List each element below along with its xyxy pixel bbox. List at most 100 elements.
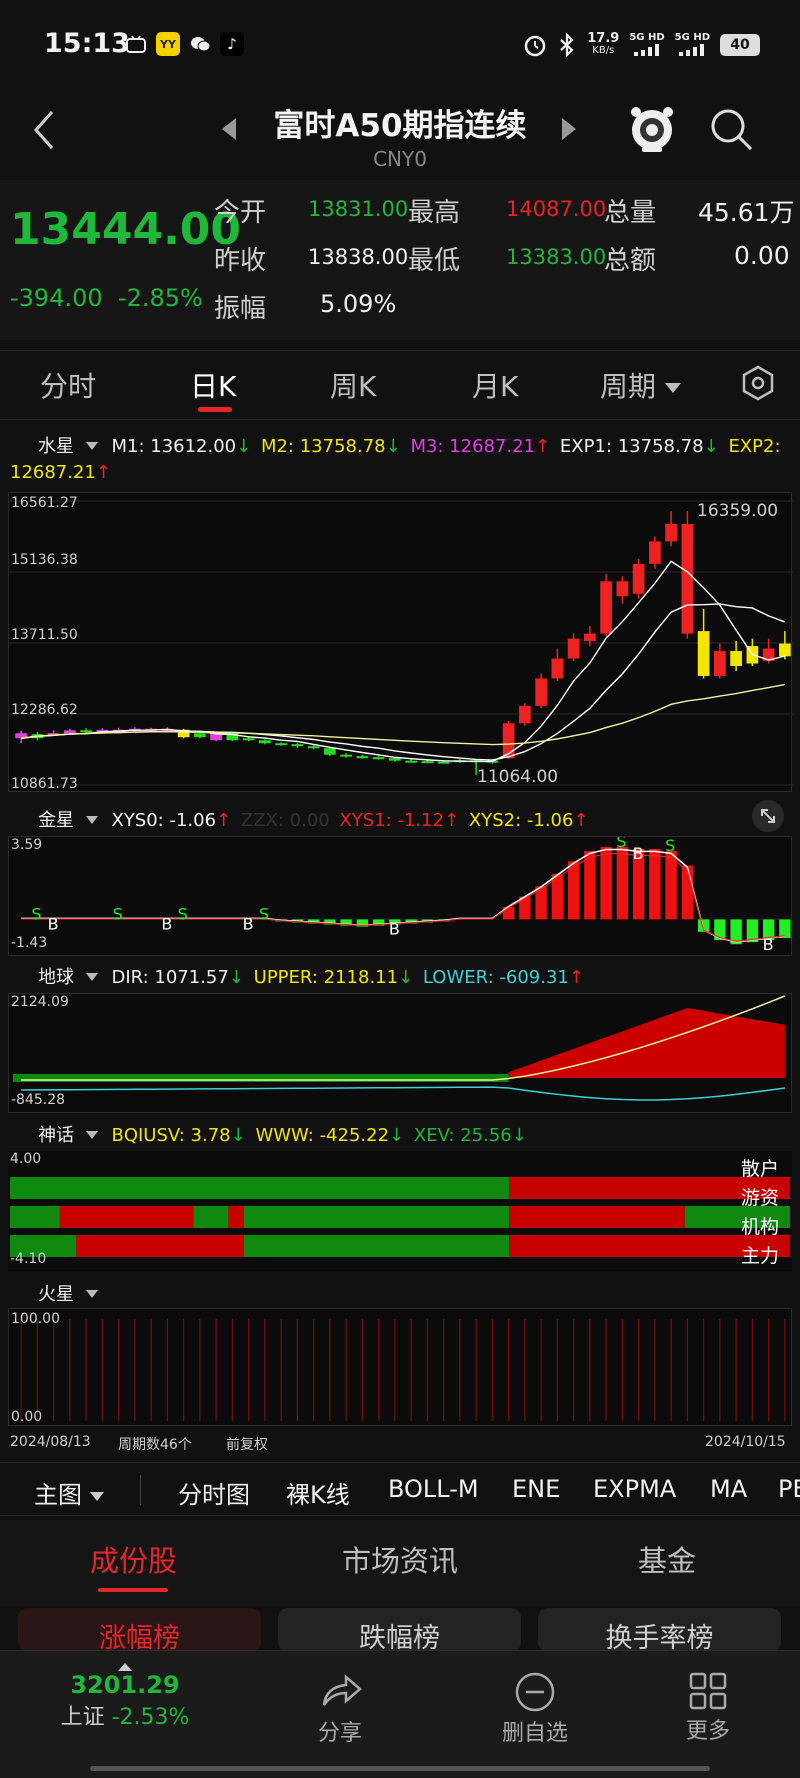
grid-icon	[689, 1672, 727, 1710]
tab-constituents[interactable]: 成份股	[90, 1538, 177, 1580]
y-axis-label: 16561.27	[11, 495, 78, 511]
tab-funds[interactable]: 基金	[638, 1538, 696, 1580]
more-button[interactable]: 更多	[668, 1663, 748, 1745]
candle-body	[389, 758, 401, 761]
tab-period-label: 周期	[600, 370, 657, 403]
y-axis-label: -4.10	[10, 1251, 47, 1267]
toolbar-item-ene[interactable]: ENE	[512, 1475, 560, 1503]
tab-monthly-k[interactable]: 月K	[472, 365, 518, 405]
toolbar-item-bare-k[interactable]: 裸K线	[286, 1475, 350, 1510]
y-axis-label: 13711.50	[11, 627, 78, 643]
rank-gainers-button[interactable]: 涨幅榜	[18, 1608, 261, 1654]
diqiu-chart[interactable]: 2124.09 -845.28	[8, 993, 792, 1113]
main-chart-selector[interactable]: 主图	[34, 1475, 104, 1510]
jinxing-name[interactable]: 金星	[38, 810, 74, 831]
tab-market-news[interactable]: 市场资讯	[342, 1538, 458, 1580]
rank-turnover-button[interactable]: 换手率榜	[538, 1608, 781, 1654]
remove-circle-icon	[515, 1672, 555, 1712]
open-label: 今开	[214, 198, 267, 228]
mascot-icon	[631, 107, 673, 152]
y-axis-label: 3.59	[11, 837, 43, 853]
caret-down-icon	[85, 1290, 98, 1298]
mascot-button[interactable]	[628, 104, 676, 158]
signal-marker: B	[389, 920, 400, 939]
diqiu-name[interactable]: 地球	[38, 967, 74, 988]
notification-icons: YY ♪	[124, 32, 244, 56]
main-indicator-legend-cont: 12687.21↑	[10, 462, 111, 483]
candle-body	[697, 631, 710, 676]
index-ticker[interactable]: 3201.29 上证 -2.53%	[40, 1663, 210, 1731]
row-label: 散户	[741, 1158, 780, 1180]
signal-marker: S	[113, 904, 123, 923]
volume-label: 总量	[604, 198, 657, 228]
toolbar-item-pe[interactable]: PE	[778, 1475, 800, 1503]
rank-losers-button[interactable]: 跌幅榜	[278, 1608, 521, 1654]
chevron-left-icon	[33, 111, 54, 149]
huoxing-chart[interactable]: 100.00 0.00	[8, 1308, 792, 1426]
toolbar-item-intraday[interactable]: 分时图	[178, 1475, 250, 1510]
wechat-icon	[188, 32, 212, 56]
y-axis-label: -845.28	[11, 1092, 66, 1108]
moving-average-line	[21, 683, 786, 746]
caret-down-icon	[85, 973, 98, 981]
adjust-mode[interactable]: 前复权	[226, 1434, 268, 1454]
max-price-label: 16359.00	[697, 501, 779, 521]
dir-area-negative	[13, 1074, 509, 1082]
flow-segment	[10, 1206, 60, 1228]
flow-segment	[10, 1177, 510, 1199]
expand-button[interactable]	[752, 800, 784, 832]
main-indicator-name[interactable]: 水星	[38, 436, 74, 457]
candle-body	[405, 760, 417, 763]
y-axis-label: 15136.38	[11, 552, 78, 568]
diqiu-legend: 地球 DIR: 1071.57↓ UPPER: 2118.11↓ LOWER: …	[38, 967, 584, 988]
remove-watchlist-button[interactable]: 删自选	[480, 1663, 590, 1747]
candle-body	[714, 651, 726, 676]
y-axis-label: 2124.09	[11, 994, 69, 1010]
jinxing-chart[interactable]: SBSBSBSBSBSB 3.59 -1.43	[8, 836, 792, 956]
caret-down-icon	[664, 383, 681, 393]
instrument-code: CNY0	[373, 147, 427, 171]
signal-marker: B	[243, 914, 254, 933]
y-axis-label: 10861.73	[11, 776, 78, 792]
tab-weekly-k[interactable]: 周K	[330, 365, 376, 405]
chart-settings-button[interactable]	[740, 365, 776, 408]
candle-body	[307, 746, 320, 749]
next-instrument-button[interactable]	[562, 118, 576, 146]
dir-area	[508, 1008, 785, 1078]
flow-segment	[244, 1235, 510, 1257]
candle-body	[779, 643, 791, 657]
jinxing-bar	[519, 896, 531, 920]
toolbar-item-expma[interactable]: EXPMA	[593, 1475, 676, 1503]
tab-period[interactable]: 周期	[600, 365, 681, 405]
search-button[interactable]	[708, 106, 756, 158]
share-icon	[322, 1674, 362, 1706]
caret-down-icon	[89, 1491, 104, 1501]
prev-close-value: 13838.00	[308, 245, 409, 269]
caret-down-icon	[85, 442, 98, 450]
low-label: 最低	[408, 246, 461, 276]
quote-panel: 13444.00 -394.00 -2.85% 今开 13831.00 最高 1…	[0, 180, 800, 340]
candlestick-chart[interactable]: 16561.27 15136.38 13711.50 12286.62 1086…	[8, 492, 793, 792]
candle-body	[437, 761, 450, 764]
huoxing-name[interactable]: 火星	[38, 1284, 74, 1305]
jinxing-bar	[584, 851, 596, 920]
row-label: 机构	[741, 1216, 780, 1238]
tab-intraday[interactable]: 分时	[40, 365, 96, 405]
share-button[interactable]: 分享	[300, 1663, 380, 1747]
active-tab-indicator	[98, 1588, 168, 1592]
low-value: 13383.00	[506, 245, 607, 269]
candle-body	[64, 730, 76, 734]
toolbar-item-ma[interactable]: MA	[710, 1475, 747, 1503]
shenhua-legend: 神话 BQIUSV: 3.78↓ WWW: -425.22↓ XEV: 25.5…	[38, 1125, 527, 1146]
bottom-navbar: 3201.29 上证 -2.53% 分享 删自选 更多	[0, 1650, 800, 1778]
toolbar-item-boll[interactable]: BOLL-M	[388, 1475, 479, 1503]
back-button[interactable]	[30, 108, 60, 163]
shenhua-chart[interactable]: 4.00 -4.10 散户 游资 机构 主力	[8, 1151, 792, 1271]
shenhua-name[interactable]: 神话	[38, 1125, 74, 1146]
tab-daily-k[interactable]: 日K	[190, 365, 236, 405]
caret-down-icon	[85, 1131, 98, 1139]
flow-segment	[193, 1206, 229, 1228]
jinxing-bar	[681, 865, 694, 920]
jinxing-legend: 金星 XYS0: -1.06↑ ZZX: 0.00 XYS1: -1.12↑ X…	[38, 810, 589, 831]
high-value: 14087.00	[506, 197, 607, 221]
